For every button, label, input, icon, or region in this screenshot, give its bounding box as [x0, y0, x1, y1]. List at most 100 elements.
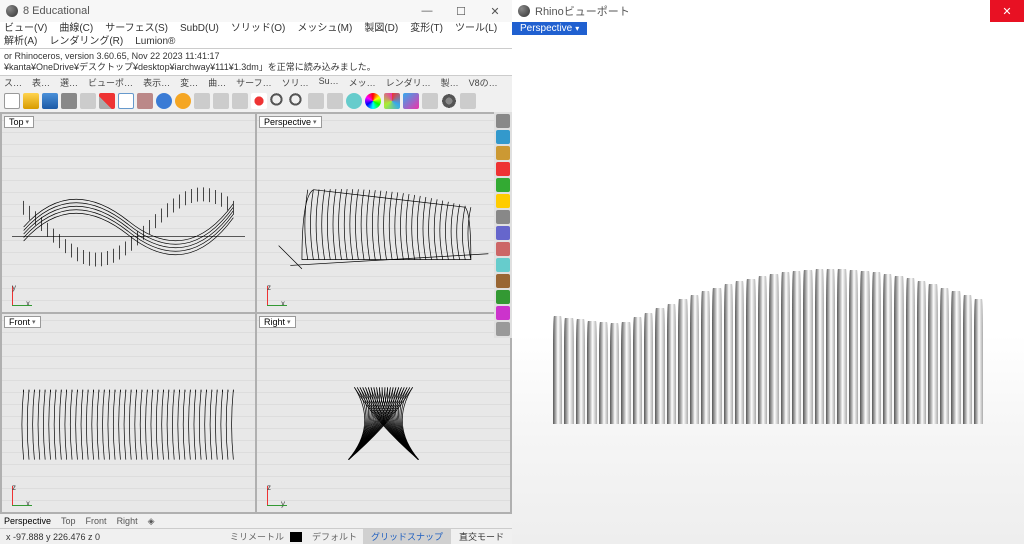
menu-mesh[interactable]: メッシュ(M): [297, 22, 352, 35]
ttab-7[interactable]: サーフ…: [236, 76, 271, 90]
side-tool-4-icon[interactable]: [496, 162, 510, 176]
menu-render[interactable]: レンダリング(R): [49, 35, 123, 48]
right-vp-label[interactable]: Perspective ▾: [512, 22, 587, 35]
hide-icon[interactable]: [327, 93, 343, 109]
ttab-0[interactable]: ス…: [4, 76, 22, 90]
status-ortho[interactable]: 直交モード: [451, 530, 512, 543]
pan-icon[interactable]: [308, 93, 324, 109]
menu-transform[interactable]: 変形(T): [410, 22, 443, 35]
side-tool-11-icon[interactable]: [496, 274, 510, 288]
cut-icon[interactable]: [99, 93, 115, 109]
ttab-9[interactable]: Su…: [319, 76, 339, 90]
vptab-top[interactable]: Top: [61, 516, 76, 526]
ttab-1[interactable]: 表…: [32, 76, 50, 90]
ttab-13[interactable]: V8の…: [469, 76, 498, 90]
help-icon[interactable]: [460, 93, 476, 109]
side-tool-6-icon[interactable]: [496, 194, 510, 208]
print-icon[interactable]: [61, 93, 77, 109]
side-tool-10-icon[interactable]: [496, 258, 510, 272]
menu-tools[interactable]: ツール(L): [455, 22, 497, 35]
close-button[interactable]: ✕: [990, 0, 1024, 22]
zoom-icon[interactable]: [270, 93, 286, 109]
vp-persp-label[interactable]: Perspective▾: [259, 116, 322, 128]
chevron-down-icon[interactable]: ▾: [575, 24, 579, 33]
side-tool-12-icon[interactable]: [496, 290, 510, 304]
vptab-perspective[interactable]: Perspective: [4, 516, 51, 526]
side-tool-9-icon[interactable]: [496, 242, 510, 256]
new-icon[interactable]: [4, 93, 20, 109]
options-icon[interactable]: [441, 93, 457, 109]
ttab-4[interactable]: 表示…: [143, 76, 170, 90]
side-tool-5-icon[interactable]: [496, 178, 510, 192]
chevron-down-icon[interactable]: ▾: [313, 118, 317, 126]
menu-analyze[interactable]: 解析(A): [4, 35, 37, 48]
vptab-front[interactable]: Front: [86, 516, 107, 526]
chevron-down-icon[interactable]: ▾: [32, 318, 36, 326]
ttab-10[interactable]: メッ…: [349, 76, 376, 90]
redo-icon[interactable]: [175, 93, 191, 109]
side-tool-1-icon[interactable]: [496, 114, 510, 128]
vp-right-label[interactable]: Right▾: [259, 316, 296, 328]
menu-lumion[interactable]: Lumion®: [135, 35, 175, 48]
viewport-right[interactable]: Right▾ z y: [257, 314, 510, 512]
status-layer[interactable]: デフォルト: [306, 530, 363, 543]
side-tool-8-icon[interactable]: [496, 226, 510, 240]
right-viewport-area[interactable]: Perspective ▾: [512, 22, 1024, 544]
undo-icon[interactable]: [156, 93, 172, 109]
side-tool-2-icon[interactable]: [496, 130, 510, 144]
ttab-12[interactable]: 製…: [441, 76, 459, 90]
scale-icon[interactable]: [232, 93, 248, 109]
side-tool-14-icon[interactable]: [496, 322, 510, 336]
zoom-extents-icon[interactable]: [289, 93, 305, 109]
ttab-3[interactable]: ビューポ…: [88, 76, 133, 90]
open-icon[interactable]: [23, 93, 39, 109]
menu-drafting[interactable]: 製図(D): [364, 22, 398, 35]
viewport-front[interactable]: Front▾ z x: [2, 314, 255, 512]
display-icon[interactable]: [384, 93, 400, 109]
menu-surface[interactable]: サーフェス(S): [105, 22, 168, 35]
car-icon[interactable]: [251, 93, 267, 109]
properties-icon[interactable]: [422, 93, 438, 109]
menu-subd[interactable]: SubD(U): [180, 22, 219, 35]
chevron-down-icon[interactable]: ▾: [287, 318, 291, 326]
cplane-icon[interactable]: [346, 93, 362, 109]
layer-swatch-icon[interactable]: [290, 532, 302, 542]
viewport-grid: Top▾ y x Per: [0, 112, 512, 514]
side-tool-3-icon[interactable]: [496, 146, 510, 160]
side-tool-13-icon[interactable]: [496, 306, 510, 320]
viewport-tabs: Perspective Top Front Right ◈: [0, 514, 512, 528]
layer-icon[interactable]: [403, 93, 419, 109]
copy-icon[interactable]: [118, 93, 134, 109]
import-icon[interactable]: [80, 93, 96, 109]
rotate-icon[interactable]: [213, 93, 229, 109]
vptab-right[interactable]: Right: [117, 516, 138, 526]
vptab-more[interactable]: ◈: [148, 516, 155, 527]
status-gridsnap[interactable]: グリッドスナップ: [363, 529, 451, 544]
ttab-8[interactable]: ソリ…: [282, 76, 309, 90]
main-menubar: ビュー(V) 曲線(C) サーフェス(S) SubD(U) ソリッド(O) メッ…: [0, 22, 512, 48]
save-icon[interactable]: [42, 93, 58, 109]
menu-view[interactable]: ビュー(V): [4, 22, 47, 35]
paste-icon[interactable]: [137, 93, 153, 109]
ttab-5[interactable]: 変…: [180, 76, 198, 90]
ttab-2[interactable]: 選…: [60, 76, 78, 90]
render-icon[interactable]: [365, 93, 381, 109]
command-history[interactable]: or Rhinoceros, version 3.60.65, Nov 22 2…: [0, 48, 512, 76]
vp-top-label[interactable]: Top▾: [4, 116, 34, 128]
move-icon[interactable]: [194, 93, 210, 109]
maximize-button[interactable]: ☐: [444, 0, 478, 22]
ttab-11[interactable]: レンダリ…: [386, 76, 431, 90]
minimize-button[interactable]: —: [410, 0, 444, 22]
ttab-6[interactable]: 曲…: [208, 76, 226, 90]
status-units[interactable]: ミリメートル: [224, 530, 290, 543]
menu-curve[interactable]: 曲線(C): [59, 22, 93, 35]
close-button[interactable]: ✕: [478, 0, 512, 22]
viewport-top[interactable]: Top▾ y x: [2, 114, 255, 312]
side-tool-7-icon[interactable]: [496, 210, 510, 224]
vp-front-label[interactable]: Front▾: [4, 316, 41, 328]
chevron-down-icon[interactable]: ▾: [26, 118, 30, 126]
right-titlebar[interactable]: Rhinoビューポート ✕: [512, 0, 1024, 22]
main-titlebar[interactable]: 8 Educational — ☐ ✕: [0, 0, 512, 22]
viewport-perspective[interactable]: Perspective▾ z x: [257, 114, 510, 312]
menu-solid[interactable]: ソリッド(O): [231, 22, 285, 35]
